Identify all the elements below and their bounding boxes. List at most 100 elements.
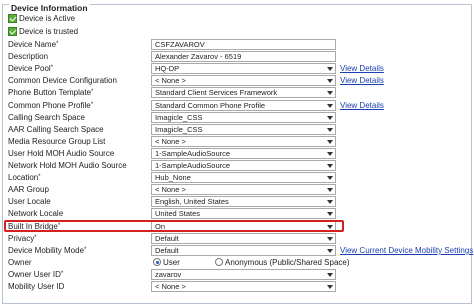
network-locale-row: Network Locale United States — [0, 208, 474, 220]
description-label: Description — [8, 51, 48, 63]
phone-button-template-label: Phone Button Template* — [8, 87, 93, 99]
owner-user-id-label: Owner User ID* — [8, 269, 63, 281]
required-marker: * — [90, 102, 94, 108]
media-resource-group-list-row: Media Resource Group List < None > — [0, 136, 474, 148]
chevron-down-icon — [327, 67, 333, 71]
device-active-label: Device is Active — [19, 14, 76, 23]
location-label: Location* — [8, 172, 41, 184]
mobility-user-id-label: Mobility User ID — [8, 281, 64, 293]
description-input[interactable]: Alexander Zavarov - 6519 — [151, 51, 336, 62]
aar-group-row: AAR Group < None > — [0, 184, 474, 196]
media-resource-group-list-select[interactable]: < None > — [151, 136, 336, 147]
calling-search-space-select[interactable]: Imagicle_CSS — [151, 112, 336, 123]
calling-search-space-value: Imagicle_CSS — [155, 113, 203, 122]
phone-button-template-value: Standard Client Services Framework — [155, 88, 278, 97]
device-name-label: Device Name* — [8, 39, 58, 51]
device-pool-view-link[interactable]: View Details — [340, 63, 384, 75]
privacy-label-text: Privacy — [8, 234, 35, 243]
common-device-configuration-view-link[interactable]: View Details — [340, 75, 384, 87]
common-device-configuration-select[interactable]: < None > — [151, 75, 336, 86]
common-phone-profile-select[interactable]: Standard Common Phone Profile — [151, 100, 336, 111]
device-pool-label-text: Device Pool — [8, 64, 51, 73]
mobility-user-id-value: < None > — [155, 282, 186, 291]
location-row: Location* Hub_None — [0, 172, 474, 184]
aar-group-label-text: AAR Group — [8, 185, 49, 194]
privacy-label: Privacy* — [8, 233, 37, 245]
common-phone-profile-view-link[interactable]: View Details — [340, 100, 384, 112]
media-resource-group-list-label: Media Resource Group List — [8, 136, 105, 148]
network-locale-value: United States — [155, 209, 201, 218]
device-active-row[interactable]: Device is Active — [0, 13, 474, 25]
phone-button-template-label-text: Phone Button Template — [8, 88, 92, 97]
network-hold-moh-audio-source-label-text: Network Hold MOH Audio Source — [8, 161, 127, 170]
privacy-select[interactable]: Default — [151, 233, 336, 244]
aar-calling-search-space-select[interactable]: Imagicle_CSS — [151, 124, 336, 135]
common-device-configuration-row: Common Device Configuration < None > View … — [0, 75, 474, 87]
user-hold-moh-audio-source-select[interactable]: 1-SampleAudioSource — [151, 148, 336, 159]
user-hold-moh-audio-source-label: User Hold MOH Audio Source — [8, 148, 114, 160]
owner-label-text: Owner — [8, 258, 32, 267]
chevron-down-icon — [327, 140, 333, 144]
user-locale-label: User Locale — [8, 196, 51, 208]
built-in-bridge-highlight — [4, 220, 344, 232]
network-locale-label: Network Locale — [8, 208, 63, 220]
device-trusted-row[interactable]: Device is trusted — [0, 26, 474, 38]
owner-user-id-row: Owner User ID* zavarov — [0, 269, 474, 281]
user-locale-value: English, United States — [155, 197, 229, 206]
common-phone-profile-label: Common Phone Profile* — [8, 100, 93, 112]
chevron-down-icon — [327, 212, 333, 216]
chevron-down-icon — [327, 273, 333, 277]
device-mobility-mode-view-link[interactable]: View Current Device Mobility Settings — [340, 245, 473, 257]
device-pool-row: Device Pool* HQ-DP View Details — [0, 63, 474, 75]
required-marker: * — [38, 174, 41, 180]
device-mobility-mode-value: Default — [155, 246, 179, 255]
chevron-down-icon — [327, 285, 333, 289]
owner-user-id-select[interactable]: zavarov — [151, 269, 336, 280]
device-name-row: Device Name* CSFZAVAROV — [0, 39, 474, 51]
user-hold-moh-audio-source-row: User Hold MOH Audio Source 1-SampleAudioS… — [0, 148, 474, 160]
location-select[interactable]: Hub_None — [151, 172, 336, 183]
device-pool-select[interactable]: HQ-DP — [151, 63, 336, 74]
device-active-checkbox[interactable] — [8, 14, 17, 23]
network-hold-moh-audio-source-row: Network Hold MOH Audio Source 1-SampleAud… — [0, 160, 474, 172]
calling-search-space-label-text: Calling Search Space — [8, 113, 85, 122]
mobility-user-id-select[interactable]: < None > — [151, 281, 336, 292]
location-label-text: Location — [8, 173, 39, 182]
device-trusted-label: Device is trusted — [19, 27, 79, 36]
calling-search-space-label: Calling Search Space — [8, 112, 85, 124]
network-hold-moh-audio-source-value: 1-SampleAudioSource — [155, 161, 231, 170]
location-value: Hub_None — [155, 173, 191, 182]
network-locale-select[interactable]: United States — [151, 208, 336, 219]
common-phone-profile-label-text: Common Phone Profile — [8, 101, 91, 110]
owner-user-id-value: zavarov — [155, 270, 182, 279]
common-phone-profile-value: Standard Common Phone Profile — [155, 101, 266, 110]
chevron-down-icon — [327, 79, 333, 83]
required-marker: * — [91, 89, 94, 95]
aar-calling-search-space-value: Imagicle_CSS — [155, 125, 203, 134]
owner-radio-user[interactable] — [153, 258, 161, 266]
media-resource-group-list-value: < None > — [155, 137, 186, 146]
chevron-down-icon — [327, 104, 333, 108]
owner-label: Owner — [8, 257, 32, 269]
required-marker: * — [34, 235, 37, 241]
description-row: Description Alexander Zavarov - 6519 — [0, 51, 474, 63]
chevron-down-icon — [327, 188, 333, 192]
aar-calling-search-space-row: AAR Calling Search Space Imagicle_CSS — [0, 124, 474, 136]
chevron-down-icon — [327, 237, 333, 241]
network-hold-moh-audio-source-select[interactable]: 1-SampleAudioSource — [151, 160, 336, 171]
user-locale-select[interactable]: English, United States — [151, 196, 336, 207]
device-name-input[interactable]: CSFZAVAROV — [151, 39, 336, 50]
device-mobility-mode-select[interactable]: Default — [151, 245, 336, 256]
device-trusted-checkbox[interactable] — [8, 27, 17, 36]
owner-radio-anonymous[interactable] — [215, 258, 223, 266]
aar-group-label: AAR Group — [8, 184, 49, 196]
mobility-user-id-label-text: Mobility User ID — [8, 282, 65, 291]
chevron-down-icon — [327, 152, 333, 156]
phone-button-template-select[interactable]: Standard Client Services Framework — [151, 87, 336, 98]
required-marker: * — [56, 41, 59, 47]
device-mobility-mode-label-text: Device Mobility Mode — [8, 246, 85, 255]
phone-button-template-row: Phone Button Template* Standard Client Se… — [0, 87, 474, 99]
common-device-configuration-label: Common Device Configuration — [8, 75, 117, 87]
aar-group-select[interactable]: < None > — [151, 184, 336, 195]
description-label-text: Description — [8, 52, 49, 61]
